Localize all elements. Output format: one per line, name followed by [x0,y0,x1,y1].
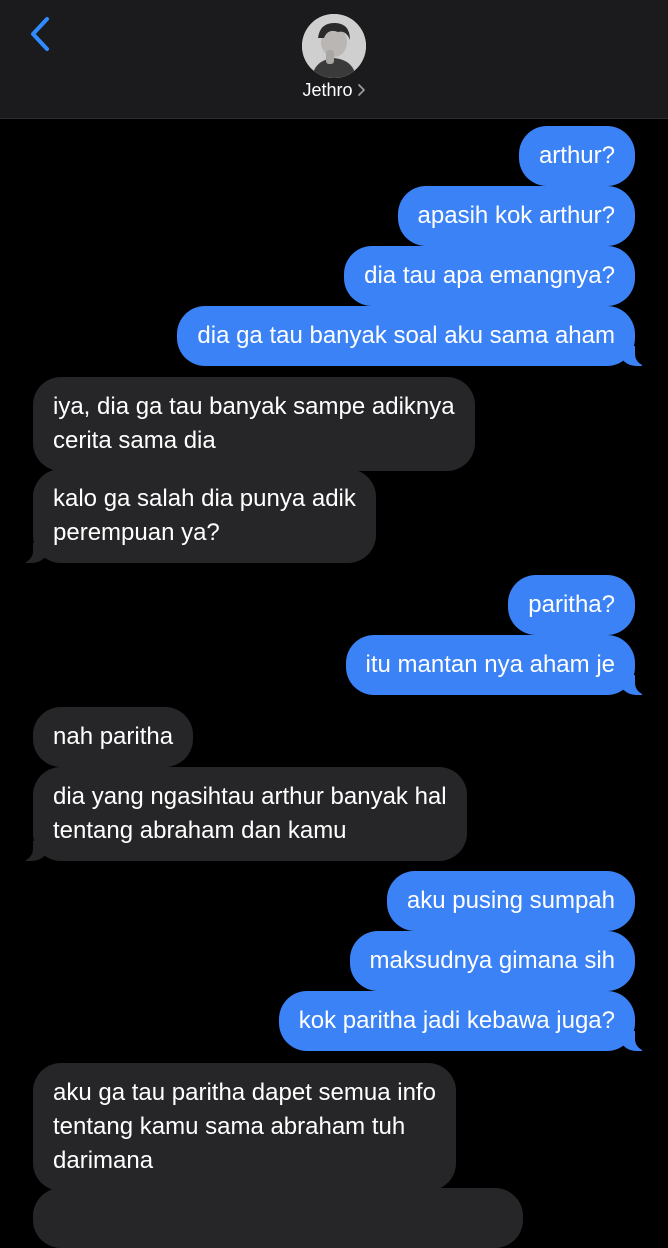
contact-name: Jethro [302,80,353,100]
conversation-header: Jethro [0,0,668,119]
message-bubble-outgoing[interactable]: apasih kok arthur? [397,186,635,246]
message-bubble-incoming[interactable]: aku ga tau paritha dapet semua info tent… [33,1063,456,1191]
message-bubble-outgoing[interactable]: dia ga tau banyak soal aku sama aham [177,306,649,366]
message-bubble-outgoing[interactable]: maksudnya gimana sih [349,931,635,991]
message-bubble-incoming[interactable]: kalo ga salah dia punya adik perempuan y… [19,469,376,563]
message-bubble-incoming[interactable]: dia yang ngasihtau arthur banyak hal ten… [19,767,467,861]
message-bubble-outgoing[interactable]: arthur? [518,126,635,186]
message-bubble-outgoing[interactable]: itu mantan nya aham je [345,635,650,695]
contact-avatar[interactable] [302,14,366,78]
chevron-right-icon [357,81,366,101]
message-bubble-outgoing[interactable]: aku pusing sumpah [386,871,635,931]
message-bubble-incoming[interactable]: iya, dia ga tau banyak sampe adiknya cer… [33,377,475,471]
back-button[interactable] [22,14,58,54]
message-bubble-incoming[interactable]: nah paritha [33,707,194,767]
message-bubble-incoming-partial[interactable] [33,1188,523,1248]
message-bubble-outgoing[interactable]: paritha? [508,575,635,635]
message-bubble-outgoing[interactable]: dia tau apa emangnya? [344,246,635,306]
avatar-photo [302,14,366,78]
chevron-left-icon [31,17,49,51]
message-bubble-outgoing[interactable]: kok paritha jadi kebawa juga? [278,991,650,1051]
contact-name-button[interactable]: Jethro [0,80,668,100]
